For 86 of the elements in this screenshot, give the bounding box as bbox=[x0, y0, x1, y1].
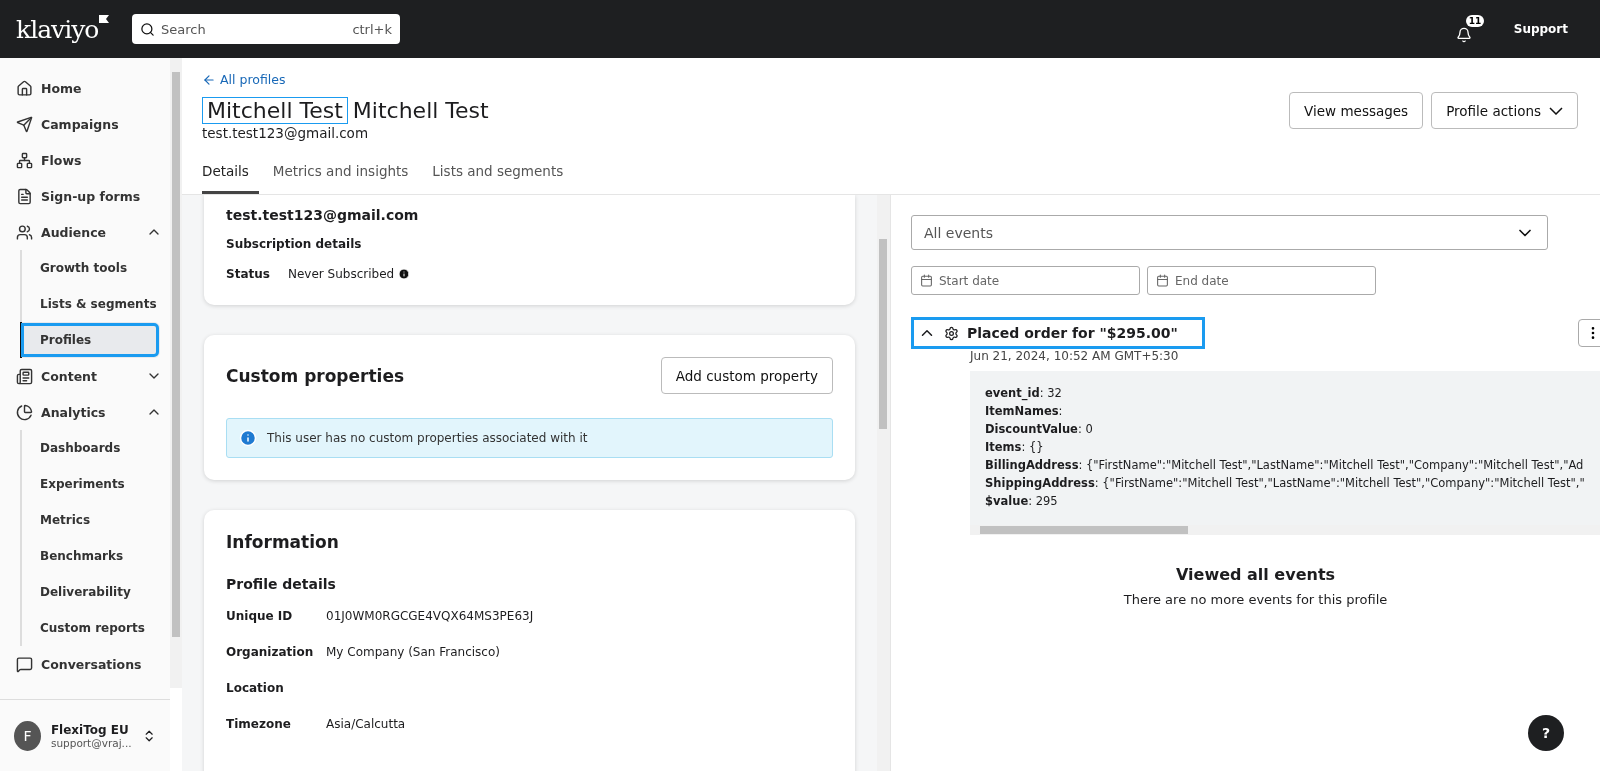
arrow-left-icon bbox=[202, 72, 216, 87]
event-time: Jun 21, 2024, 10:52 AM GMT+5:30 bbox=[970, 349, 1180, 363]
field-value: My Company (San Francisco) bbox=[326, 645, 500, 659]
sidebar-scrollbar[interactable] bbox=[170, 58, 182, 688]
end-text: There are no more events for this profile bbox=[1122, 592, 1389, 607]
view-messages-button[interactable]: View messages bbox=[1289, 92, 1424, 129]
nav-icon bbox=[16, 655, 33, 673]
nav-item[interactable]: Benchmarks bbox=[20, 538, 160, 574]
nav-icon bbox=[16, 115, 33, 133]
nav-group[interactable]: Audience bbox=[0, 214, 170, 250]
more-button[interactable] bbox=[1578, 319, 1600, 347]
profile-actions-button[interactable]: Profile actions bbox=[1431, 92, 1578, 129]
card-title: Information bbox=[226, 532, 340, 552]
property-line: $value: 295 bbox=[985, 493, 1059, 509]
end-title: Viewed all events bbox=[1174, 565, 1337, 584]
property-line: BillingAddress: {"FirstName":"Mitchell Test","LastName":"Mitchell Test","Company":"Mitchell Test","Ad bbox=[985, 457, 1585, 473]
info-icon[interactable] bbox=[398, 268, 411, 280]
nav-icon bbox=[16, 223, 33, 241]
section-heading: Subscription details bbox=[226, 237, 363, 251]
gear-icon bbox=[944, 325, 959, 341]
profile-email: test.test123@gmail.com bbox=[202, 125, 370, 141]
nav-item[interactable]: Experiments bbox=[20, 466, 160, 502]
card-title: Custom properties bbox=[226, 365, 405, 386]
field-value: 01J0WM0RGCGE4VQX64MS3PE63J bbox=[326, 609, 534, 623]
profile-name: Mitchell Test bbox=[351, 97, 490, 124]
property-line: ItemNames: bbox=[985, 403, 1064, 419]
account-name: FlexiTog EU bbox=[50, 722, 130, 737]
nav-item[interactable]: Campaigns bbox=[0, 106, 170, 142]
event-title[interactable]: Placed order for "$295.00" bbox=[911, 317, 1205, 349]
property-line: event_id: 32 bbox=[985, 385, 1063, 401]
support-link[interactable]: Support bbox=[1513, 22, 1568, 36]
tab[interactable]: Lists and segments bbox=[432, 157, 574, 194]
calendar-icon bbox=[1156, 274, 1169, 287]
nav-item[interactable]: Deliverability bbox=[20, 574, 160, 610]
klaviyo-logo[interactable]: klaviyo bbox=[16, 14, 132, 44]
nav-icon bbox=[16, 403, 33, 421]
subscription-email: test.test123@gmail.com bbox=[226, 207, 420, 223]
nav-item[interactable]: Profiles bbox=[20, 322, 160, 358]
property-line: Items: {} bbox=[985, 439, 1045, 455]
nav-icon bbox=[16, 151, 33, 169]
nav-icon bbox=[16, 367, 33, 385]
bell-icon bbox=[1455, 27, 1472, 43]
account-email: support@vraj... bbox=[50, 736, 132, 749]
tab[interactable]: Metrics and insights bbox=[272, 157, 419, 194]
nav-group[interactable]: Content bbox=[0, 358, 170, 394]
nav-item[interactable]: Growth tools bbox=[20, 250, 160, 286]
field-label: Organization bbox=[226, 645, 315, 659]
notifications-button[interactable]: 11 bbox=[1455, 15, 1484, 43]
profile-name: Mitchell Test bbox=[202, 97, 348, 124]
info-icon bbox=[239, 429, 257, 447]
nav-icon bbox=[16, 79, 33, 97]
property-line: DiscountValue: 0 bbox=[985, 421, 1094, 437]
notification-count: 11 bbox=[1465, 15, 1485, 27]
chevron-down-icon bbox=[1549, 106, 1563, 115]
nav-item[interactable]: Custom reports bbox=[20, 610, 160, 646]
notice-text: This user has no custom properties associated with it bbox=[267, 431, 588, 445]
nav-item[interactable]: Sign-up forms bbox=[0, 178, 170, 214]
start-date-field[interactable]: Start date bbox=[911, 266, 1140, 295]
status-value: Never Subscribed bbox=[288, 267, 395, 281]
avatar: F bbox=[14, 720, 41, 751]
field-label: Location bbox=[226, 681, 285, 695]
section-heading: Profile details bbox=[226, 576, 337, 592]
nav-item[interactable]: Conversations bbox=[0, 646, 170, 682]
field-value: Asia/Calcutta bbox=[326, 717, 406, 731]
field-label: Status bbox=[226, 267, 271, 281]
nav-icon bbox=[16, 187, 33, 205]
help-button[interactable]: ? bbox=[1528, 715, 1564, 751]
nav-group[interactable]: Analytics bbox=[0, 394, 170, 430]
field-label: Unique ID bbox=[226, 609, 294, 623]
back-link[interactable]: All profiles bbox=[202, 72, 286, 87]
calendar-icon bbox=[920, 274, 933, 287]
account-switcher[interactable]: F FlexiTog EU support@vraj... bbox=[0, 699, 170, 771]
end-date-field[interactable]: End date bbox=[1147, 266, 1376, 295]
field-label: Timezone bbox=[226, 717, 292, 731]
nav-item[interactable]: Metrics bbox=[20, 502, 160, 538]
property-line: ShippingAddress: {"FirstName":"Mitchell Test","LastName":"Mitchell Test","Company":"Mitchell Test"," bbox=[985, 475, 1586, 491]
nav-item[interactable]: Dashboards bbox=[20, 430, 160, 466]
nav-item[interactable]: Home bbox=[0, 70, 170, 106]
search-field[interactable]: Search ctrl+k bbox=[132, 14, 400, 44]
nav-item[interactable]: Flows bbox=[0, 142, 170, 178]
nav-item[interactable]: Lists & segments bbox=[20, 286, 160, 322]
shortcut-hint: ctrl+k bbox=[352, 21, 392, 37]
add-custom-property-button[interactable]: Add custom property bbox=[660, 357, 833, 394]
search-icon bbox=[140, 21, 155, 37]
content-scrollbar[interactable] bbox=[877, 195, 891, 771]
event-filter-select[interactable]: All events bbox=[911, 215, 1548, 250]
